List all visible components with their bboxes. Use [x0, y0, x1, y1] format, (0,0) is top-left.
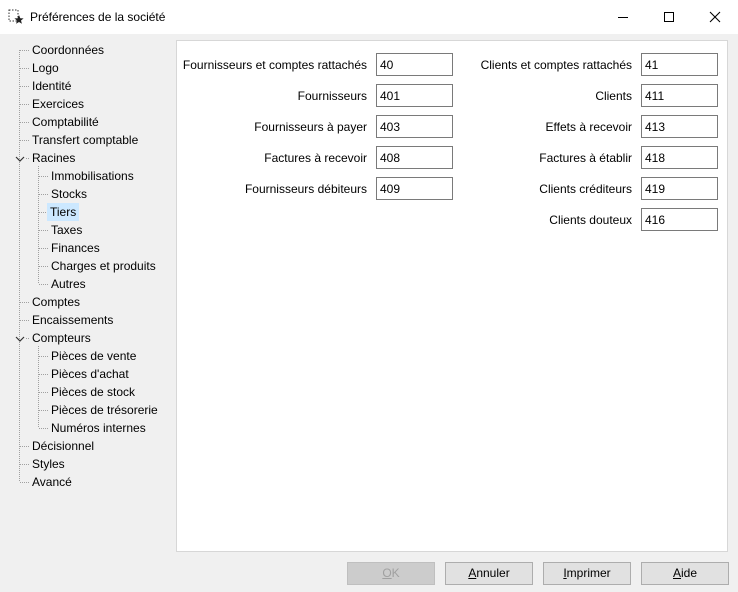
tree-item-compteurs[interactable]: Compteurs: [30, 329, 93, 347]
tree-item-comptabilite[interactable]: Comptabilité: [30, 113, 101, 131]
tree-item-encaissements[interactable]: Encaissements: [30, 311, 115, 329]
tree-item-charges-et-produits[interactable]: Charges et produits: [49, 257, 158, 275]
fournisseurs-a-payer-label: Fournisseurs à payer: [254, 120, 367, 134]
preferences-tree: Coordonnées Logo Identité Exercices Comp…: [0, 34, 176, 554]
fournisseurs-comptes-rattaches-field[interactable]: [376, 53, 453, 76]
clients-douteux-label: Clients douteux: [549, 213, 632, 227]
factures-a-recevoir-field[interactable]: [376, 146, 453, 169]
fournisseurs-debiteurs-label: Fournisseurs débiteurs: [244, 182, 367, 196]
clients-crediteurs-label: Clients créditeurs: [539, 182, 632, 196]
annuler-button-label: nnuler: [476, 566, 510, 580]
aide-button[interactable]: Aide: [641, 562, 729, 585]
window-title: Préférences de la société: [30, 10, 166, 24]
ok-button-label: K: [391, 566, 400, 580]
tree-item-numeros-internes[interactable]: Numéros internes: [49, 419, 148, 437]
tree-item-stocks[interactable]: Stocks: [49, 185, 89, 203]
annuler-button[interactable]: Annuler: [445, 562, 533, 585]
tree-item-racines[interactable]: Racines: [30, 149, 77, 167]
minimize-button[interactable]: [600, 0, 646, 34]
fournisseurs-debiteurs-field[interactable]: [376, 177, 453, 200]
clients-field[interactable]: [641, 84, 718, 107]
tree-item-avance[interactable]: Avancé: [30, 473, 74, 491]
tree-item-taxes[interactable]: Taxes: [49, 221, 84, 239]
close-button[interactable]: [692, 0, 738, 34]
ok-button-mnemonic: O: [382, 566, 392, 580]
maximize-button[interactable]: [646, 0, 692, 34]
factures-a-etablir-label: Factures à établir: [539, 151, 632, 165]
clients-comptes-rattaches-field[interactable]: [641, 53, 718, 76]
fournisseurs-label: Fournisseurs: [297, 89, 367, 103]
tree-item-finances[interactable]: Finances: [49, 239, 102, 257]
factures-a-recevoir-label: Factures à recevoir: [264, 151, 367, 165]
title-bar: Préférences de la société: [0, 0, 738, 34]
clients-comptes-rattaches-label: Clients et comptes rattachés: [480, 58, 632, 72]
tree-item-coordonnees[interactable]: Coordonnées: [30, 41, 106, 59]
tree-item-comptes[interactable]: Comptes: [30, 293, 82, 311]
collapse-racines-icon[interactable]: [14, 153, 26, 165]
factures-a-etablir-field[interactable]: [641, 146, 718, 169]
tree-item-identite[interactable]: Identité: [30, 77, 73, 95]
aide-button-mnemonic: A: [672, 566, 681, 580]
tree-item-tiers[interactable]: Tiers: [47, 203, 80, 221]
fournisseurs-field[interactable]: [376, 84, 453, 107]
imprimer-button[interactable]: Imprimer: [543, 562, 631, 585]
fournisseurs-comptes-rattaches-label: Fournisseurs et comptes rattachés: [182, 58, 367, 72]
fournisseurs-a-payer-field[interactable]: [376, 115, 453, 138]
tree-item-pieces-d-achat[interactable]: Pièces d'achat: [49, 365, 131, 383]
effets-a-recevoir-field[interactable]: [641, 115, 718, 138]
tree-item-styles[interactable]: Styles: [30, 455, 67, 473]
ok-button[interactable]: OK: [347, 562, 435, 585]
tree-item-pieces-de-vente[interactable]: Pièces de vente: [49, 347, 138, 365]
effets-a-recevoir-label: Effets à recevoir: [545, 120, 632, 134]
tree-item-autres[interactable]: Autres: [49, 275, 88, 293]
tree-item-logo[interactable]: Logo: [30, 59, 61, 77]
tree-item-transfert-comptable[interactable]: Transfert comptable: [30, 131, 140, 149]
tree-item-immobilisations[interactable]: Immobilisations: [49, 167, 136, 185]
tree-item-pieces-de-tresorerie[interactable]: Pièces de trésorerie: [49, 401, 160, 419]
clients-douteux-field[interactable]: [641, 208, 718, 231]
preferences-app-icon: [8, 9, 24, 25]
tree-connector-lines: [19, 50, 49, 483]
clients-crediteurs-field[interactable]: [641, 177, 718, 200]
tree-item-exercices[interactable]: Exercices: [30, 95, 86, 113]
collapse-compteurs-icon[interactable]: [14, 333, 26, 345]
tiers-settings-panel: Fournisseurs et comptes rattachés Fourni…: [176, 40, 728, 552]
tree-item-decisionnel[interactable]: Décisionnel: [30, 437, 96, 455]
tree-item-pieces-de-stock[interactable]: Pièces de stock: [49, 383, 137, 401]
imprimer-button-label: mprimer: [566, 566, 611, 580]
aide-button-label: ide: [681, 566, 698, 580]
clients-label: Clients: [595, 89, 632, 103]
